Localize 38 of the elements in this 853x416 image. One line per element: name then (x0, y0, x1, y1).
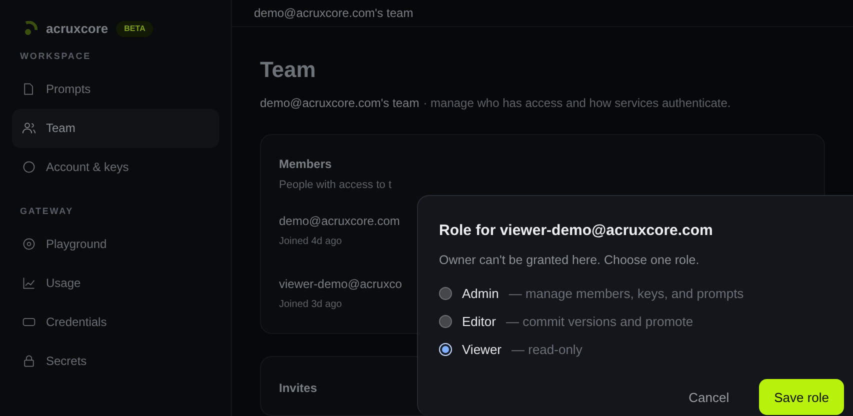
card-title: Members (279, 156, 333, 173)
circle-icon (22, 160, 36, 174)
users-icon (22, 121, 36, 135)
sidebar-item[interactable]: Playground (12, 224, 219, 263)
save-role-button[interactable]: Save role (759, 379, 844, 416)
member-email: demo@acruxcore.com (279, 212, 401, 230)
logo-icon (22, 21, 38, 37)
role-radio[interactable] (439, 286, 452, 300)
sidebar-item[interactable]: Credentials (12, 302, 219, 341)
dialog-title: Role for viewer-demo@acruxcore.com (439, 221, 714, 241)
page-title: Team (260, 56, 317, 84)
sidebar-item[interactable]: Team (12, 108, 219, 148)
chart-icon (22, 276, 36, 290)
role-option[interactable]: Viewer — read-only (439, 339, 853, 360)
team-name: demo@acruxcore.com's team (260, 95, 420, 112)
brand-name: acruxcore (46, 20, 108, 38)
page-description: · manage who has access and how services authenticate. (423, 95, 731, 112)
cancel-button[interactable]: Cancel (676, 380, 742, 415)
card-title: Invites (279, 380, 318, 397)
role-option[interactable]: Admin — manage members, keys, and prompts (439, 283, 853, 304)
beta-badge: BETA (116, 21, 154, 37)
member-joined: Joined 3d ago (279, 298, 343, 312)
section-heading: WORKSPACE (19, 50, 92, 63)
sidebar-item[interactable]: Usage (12, 263, 219, 302)
lock-icon (22, 354, 36, 368)
role-radio[interactable] (439, 314, 452, 328)
section-heading: GATEWAY (19, 204, 74, 218)
member-joined: Joined 4d ago (279, 234, 343, 248)
target-icon (22, 236, 36, 250)
dialog-subtitle: Owner can't be granted here. Choose one role. (439, 252, 700, 269)
sidebar-item[interactable]: Prompts (12, 70, 219, 108)
card-subtitle: People with access to t (279, 178, 393, 193)
sidebar-item[interactable]: Secrets (12, 341, 219, 380)
role-option[interactable]: Editor — commit versions and promote (439, 311, 853, 332)
document-icon (22, 82, 36, 96)
sidebar-item[interactable]: Account & keys (12, 148, 219, 186)
header-title: demo@acruxcore.com's team (254, 5, 414, 22)
member-email: viewer-demo@acruxco (279, 276, 403, 292)
